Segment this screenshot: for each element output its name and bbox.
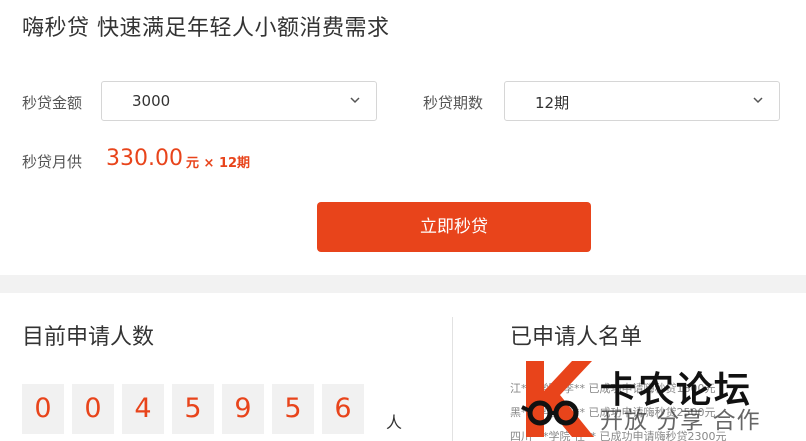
- term-label: 秒贷期数: [423, 94, 484, 112]
- term-select-value: 12期: [535, 94, 570, 112]
- monthly-payment-value: 330.00: [106, 146, 183, 171]
- page-title: 嗨秒贷 快速满足年轻人小额消费需求: [22, 16, 390, 41]
- chevron-down-icon: [753, 97, 763, 104]
- panel-divider: [452, 317, 453, 441]
- forum-logo-icon: [521, 361, 594, 437]
- amount-label: 秒贷金额: [22, 94, 83, 112]
- monthly-payment-suffix: 元 × 12期: [186, 156, 251, 171]
- amount-select-value: 3000: [132, 92, 171, 110]
- count-digit: 5: [172, 384, 214, 434]
- applicant-count-digits: 0 0 4 5 9 5 6: [22, 384, 364, 434]
- apply-now-button[interactable]: 立即秒贷: [317, 202, 591, 252]
- term-select[interactable]: 12期: [504, 81, 780, 121]
- chevron-down-icon: [350, 97, 360, 104]
- monthly-label: 秒贷月供: [22, 153, 83, 171]
- amount-select[interactable]: 3000: [101, 81, 377, 121]
- applicant-list-title: 已申请人名单: [510, 325, 643, 350]
- loan-form-panel: 嗨秒贷 快速满足年轻人小额消费需求 秒贷金额 3000 秒贷期数 12期 秒贷月…: [0, 0, 806, 275]
- count-digit: 0: [72, 384, 114, 434]
- count-digit: 9: [222, 384, 264, 434]
- count-digit: 0: [22, 384, 64, 434]
- count-digit: 5: [272, 384, 314, 434]
- watermark-slogan: 开放 分享 合作: [600, 408, 761, 434]
- applicant-count-title: 目前申请人数: [22, 325, 155, 350]
- count-digit: 6: [322, 384, 364, 434]
- forum-watermark: 卡农论坛 开放 分享 合作: [518, 357, 806, 441]
- count-digit: 4: [122, 384, 164, 434]
- applicant-count-unit: 人: [386, 413, 403, 432]
